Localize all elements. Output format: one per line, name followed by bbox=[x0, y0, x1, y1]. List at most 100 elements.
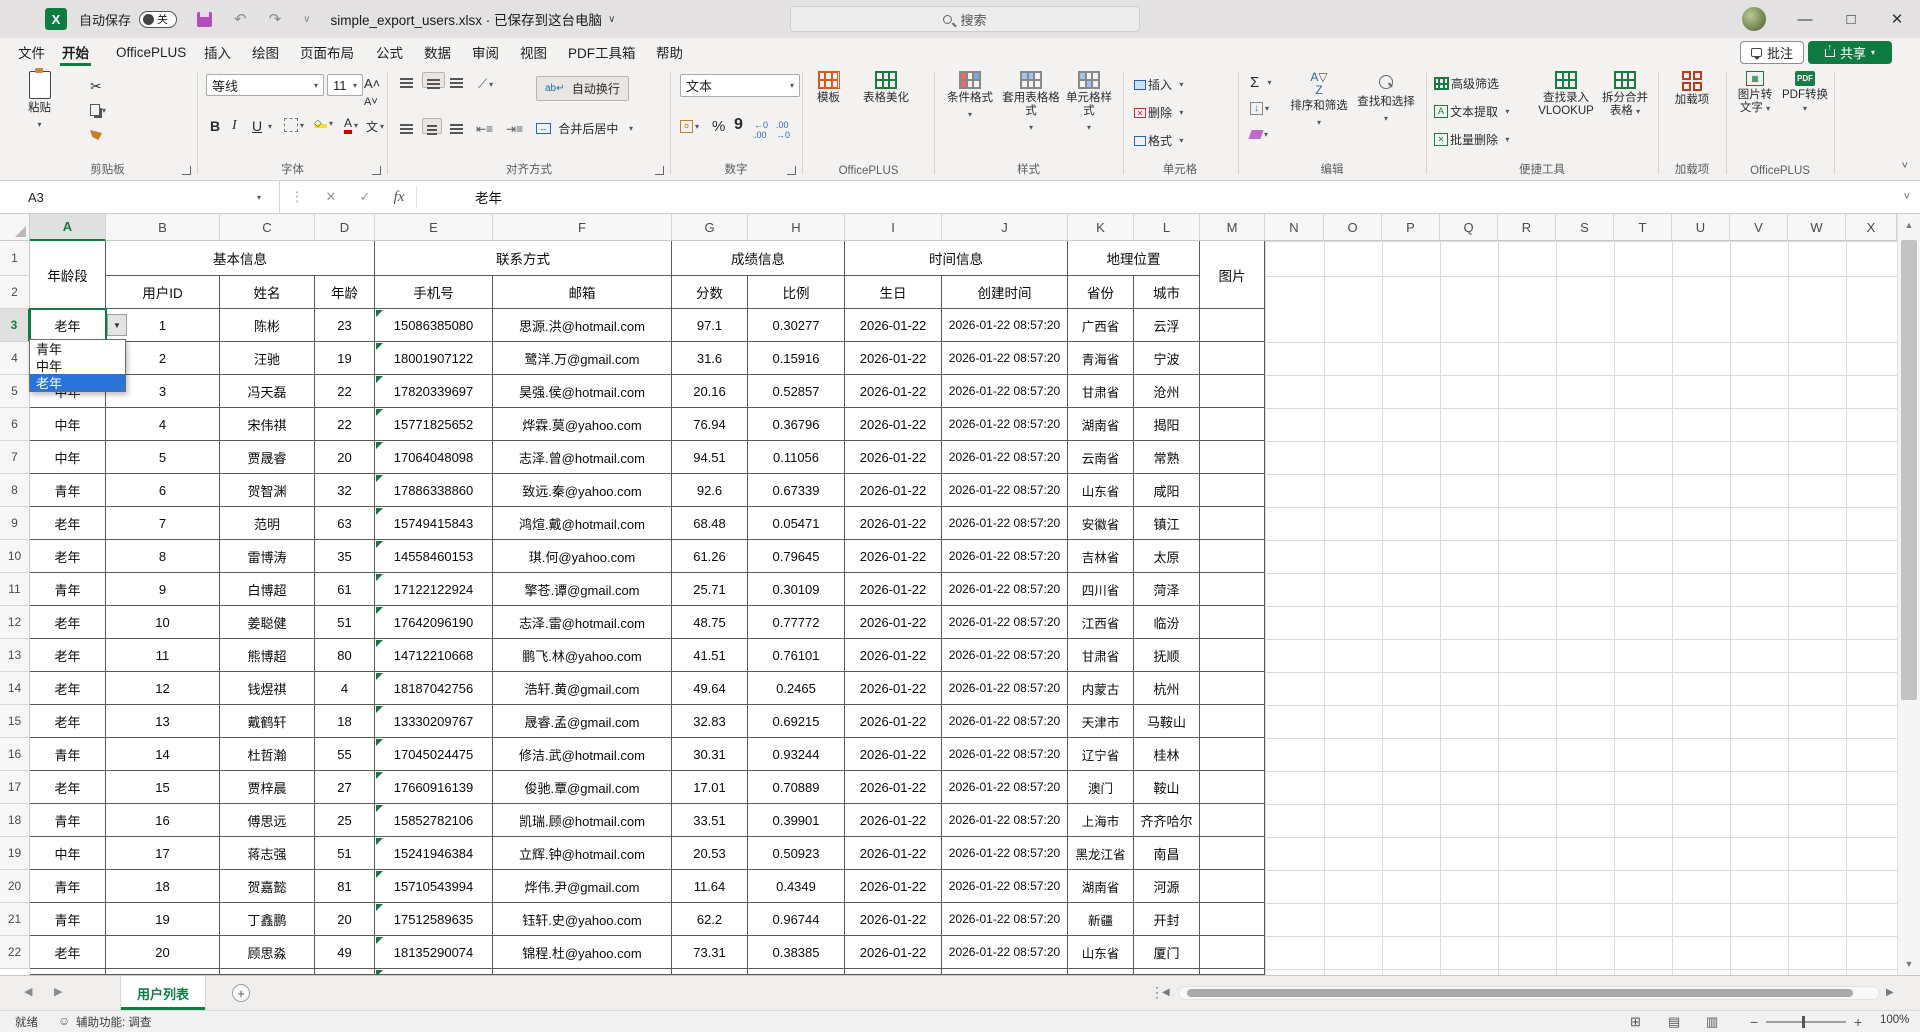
conditional-format-button[interactable]: 条件格式▾ bbox=[942, 71, 998, 121]
cell-B10[interactable]: 8 bbox=[106, 540, 220, 573]
italic-button[interactable]: I bbox=[232, 118, 237, 134]
cell-M16[interactable] bbox=[1200, 738, 1265, 771]
cell-D9[interactable]: 63 bbox=[315, 507, 375, 540]
cell-A8[interactable]: 青年 bbox=[30, 474, 106, 507]
underline-button[interactable]: U bbox=[252, 118, 262, 134]
percent-style-button[interactable]: % bbox=[712, 118, 725, 135]
cell-G5[interactable]: 20.16 bbox=[672, 375, 748, 408]
cell-C18[interactable]: 傅思远 bbox=[220, 804, 315, 837]
cell-E21[interactable]: 17512589635 bbox=[375, 903, 493, 936]
cell-H9[interactable]: 0.05471 bbox=[748, 507, 845, 540]
cell-I20[interactable]: 2026-01-22 bbox=[845, 870, 942, 903]
cell-B19[interactable]: 17 bbox=[106, 837, 220, 870]
cell-J18[interactable]: 2026-01-22 08:57:20 bbox=[942, 804, 1068, 837]
cell-K3[interactable]: 广西省 bbox=[1068, 309, 1134, 342]
scroll-right-icon[interactable]: ▶ bbox=[1886, 987, 1894, 998]
document-title[interactable]: simple_export_users.xlsx · 已保存到这台电脑 bbox=[331, 9, 603, 29]
cell-C19[interactable]: 蒋志强 bbox=[220, 837, 315, 870]
cell-F14[interactable]: 浩轩.黄@gmail.com bbox=[493, 672, 672, 705]
undo-icon[interactable]: ↶ bbox=[234, 10, 247, 28]
row-header-15[interactable]: 15 bbox=[0, 705, 30, 738]
cell-I4[interactable]: 2026-01-22 bbox=[845, 342, 942, 375]
cell-A6[interactable]: 中年 bbox=[30, 408, 106, 441]
col-header-P[interactable]: P bbox=[1382, 214, 1440, 241]
ribbon-tab-开始[interactable]: 开始 bbox=[58, 38, 93, 66]
row-header-20[interactable]: 20 bbox=[0, 870, 30, 903]
cell-C8[interactable]: 贺智渊 bbox=[220, 474, 315, 507]
cell-A11[interactable]: 青年 bbox=[30, 573, 106, 606]
cell-E17[interactable]: 17660916139 bbox=[375, 771, 493, 804]
cell-M22[interactable] bbox=[1200, 936, 1265, 969]
ribbon-tab-帮助[interactable]: 帮助 bbox=[652, 38, 687, 66]
cell-C6[interactable]: 宋伟祺 bbox=[220, 408, 315, 441]
cell-J10[interactable]: 2026-01-22 08:57:20 bbox=[942, 540, 1068, 573]
header-sub-比例[interactable]: 比例 bbox=[748, 276, 845, 309]
cell-C13[interactable]: 熊博超 bbox=[220, 639, 315, 672]
scroll-up-icon[interactable]: ▲ bbox=[1898, 220, 1920, 230]
cell-J9[interactable]: 2026-01-22 08:57:20 bbox=[942, 507, 1068, 540]
cell-H6[interactable]: 0.36796 bbox=[748, 408, 845, 441]
zoom-slider-knob[interactable] bbox=[1802, 1016, 1805, 1028]
cell-H14[interactable]: 0.2465 bbox=[748, 672, 845, 705]
sheet-tab-users[interactable]: 用户列表 bbox=[120, 976, 206, 1010]
cell-C5[interactable]: 冯天磊 bbox=[220, 375, 315, 408]
cell-D22[interactable]: 49 bbox=[315, 936, 375, 969]
cell-M8[interactable] bbox=[1200, 474, 1265, 507]
split-merge-table-button[interactable]: 拆分合并表格 ▾ bbox=[1598, 71, 1652, 118]
cell-B6[interactable]: 4 bbox=[106, 408, 220, 441]
cell-D20[interactable]: 81 bbox=[315, 870, 375, 903]
wrap-text-button[interactable]: ab↵ 自动换行 bbox=[536, 76, 629, 101]
cell-L8[interactable]: 咸阳 bbox=[1134, 474, 1200, 507]
cell-J14[interactable]: 2026-01-22 08:57:20 bbox=[942, 672, 1068, 705]
ribbon-tab-插入[interactable]: 插入 bbox=[200, 38, 235, 66]
cell-C12[interactable]: 姜聪健 bbox=[220, 606, 315, 639]
header-sub-分数[interactable]: 分数 bbox=[672, 276, 748, 309]
align-middle-button[interactable] bbox=[422, 72, 445, 88]
cell-M11[interactable] bbox=[1200, 573, 1265, 606]
cell-D8[interactable]: 32 bbox=[315, 474, 375, 507]
pdf-convert-button[interactable]: PDFPDF转换▾ bbox=[1782, 71, 1828, 115]
add-sheet-button[interactable]: + bbox=[232, 984, 250, 1002]
cell-D16[interactable]: 55 bbox=[315, 738, 375, 771]
cell-I12[interactable]: 2026-01-22 bbox=[845, 606, 942, 639]
cell-A19[interactable]: 中年 bbox=[30, 837, 106, 870]
cell-B16[interactable]: 14 bbox=[106, 738, 220, 771]
row-header-22[interactable]: 22 bbox=[0, 936, 30, 969]
cell-C10[interactable]: 雷博涛 bbox=[220, 540, 315, 573]
row-header-7[interactable]: 7 bbox=[0, 441, 30, 474]
format-cells-button[interactable]: 格式 ▾ bbox=[1134, 132, 1183, 149]
delete-cells-button[interactable]: ✕删除 ▾ bbox=[1134, 104, 1183, 121]
number-dialog-launcher-icon[interactable] bbox=[787, 166, 796, 175]
cell-L22[interactable]: 厦门 bbox=[1134, 936, 1200, 969]
cell-J8[interactable]: 2026-01-22 08:57:20 bbox=[942, 474, 1068, 507]
cell-D7[interactable]: 20 bbox=[315, 441, 375, 474]
cell-A9[interactable]: 老年 bbox=[30, 507, 106, 540]
cell-dropdown-button[interactable]: ▼ bbox=[107, 314, 127, 336]
col-header-C[interactable]: C bbox=[220, 214, 315, 241]
row-header-2[interactable]: 2 bbox=[0, 276, 30, 309]
cell-F8[interactable]: 致远.秦@yahoo.com bbox=[493, 474, 672, 507]
cell-F10[interactable]: 琪.何@yahoo.com bbox=[493, 540, 672, 573]
cell-K6[interactable]: 湖南省 bbox=[1068, 408, 1134, 441]
col-header-K[interactable]: K bbox=[1068, 214, 1134, 241]
cell-M6[interactable] bbox=[1200, 408, 1265, 441]
ribbon-tab-绘图[interactable]: 绘图 bbox=[248, 38, 283, 66]
number-format-select[interactable]: 文本▾ bbox=[680, 74, 800, 97]
cell-A23[interactable] bbox=[30, 969, 106, 975]
cell-K10[interactable]: 吉林省 bbox=[1068, 540, 1134, 573]
increase-decimal-icon[interactable]: ←0.00 bbox=[754, 120, 768, 140]
header-sub-年龄[interactable]: 年龄 bbox=[315, 276, 375, 309]
col-header-S[interactable]: S bbox=[1556, 214, 1614, 241]
minimize-button[interactable]: — bbox=[1782, 0, 1828, 38]
cell-G19[interactable]: 20.53 bbox=[672, 837, 748, 870]
cell-K20[interactable]: 湖南省 bbox=[1068, 870, 1134, 903]
row-header-18[interactable]: 18 bbox=[0, 804, 30, 837]
header-group-时间信息[interactable]: 时间信息 bbox=[845, 241, 1068, 276]
row-header-14[interactable]: 14 bbox=[0, 672, 30, 705]
cell-C16[interactable]: 杜哲瀚 bbox=[220, 738, 315, 771]
cell-L19[interactable]: 南昌 bbox=[1134, 837, 1200, 870]
row-header-10[interactable]: 10 bbox=[0, 540, 30, 573]
cell-E23[interactable] bbox=[375, 969, 493, 975]
cell-I19[interactable]: 2026-01-22 bbox=[845, 837, 942, 870]
cell-J3[interactable]: 2026-01-22 08:57:20 bbox=[942, 309, 1068, 342]
